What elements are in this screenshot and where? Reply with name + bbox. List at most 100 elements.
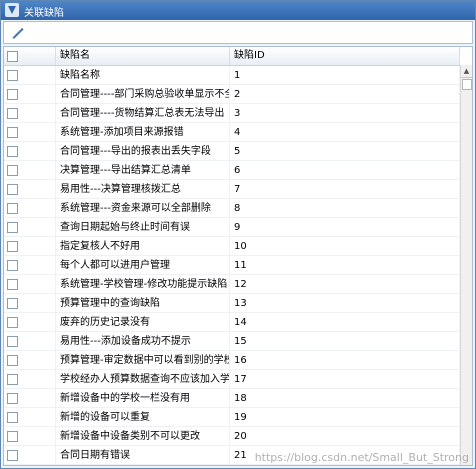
scroll-up-arrow-icon[interactable]: ▲ xyxy=(461,65,472,78)
watermark: https://blog.csdn.net/Small_But_Strong xyxy=(254,451,469,464)
table-row[interactable]: 系统管理-添加项目来源报错 4 xyxy=(4,123,460,142)
defect-id-cell: 3 xyxy=(230,104,460,123)
row-checkbox-cell[interactable] xyxy=(4,199,56,218)
row-checkbox[interactable] xyxy=(7,89,18,100)
defect-name-cell: 新增设备中的学校一栏没有用 xyxy=(56,389,230,408)
table-row[interactable]: 指定复核人不好用 10 xyxy=(4,237,460,256)
grid-header: 缺陷名 缺陷ID xyxy=(4,47,460,66)
defect-id-cell: 17 xyxy=(230,370,460,389)
defect-name-cell: 合同日期有错误 xyxy=(56,446,230,465)
row-checkbox[interactable] xyxy=(7,412,18,423)
row-checkbox[interactable] xyxy=(7,108,18,119)
defect-id-cell: 9 xyxy=(230,218,460,237)
row-checkbox-cell[interactable] xyxy=(4,294,56,313)
table-row[interactable]: 废弃的历史记录没有 14 xyxy=(4,313,460,332)
row-checkbox-cell[interactable] xyxy=(4,237,56,256)
table-row[interactable]: 易用性---添加设备成功不提示 15 xyxy=(4,332,460,351)
row-checkbox-cell[interactable] xyxy=(4,313,56,332)
scrollbar-thumb[interactable] xyxy=(462,79,472,90)
row-checkbox[interactable] xyxy=(7,222,18,233)
row-checkbox-cell[interactable] xyxy=(4,332,56,351)
table-row[interactable]: 系统管理---资金来源可以全部删除 8 xyxy=(4,199,460,218)
toolbar xyxy=(3,21,473,44)
row-checkbox-cell[interactable] xyxy=(4,446,56,465)
row-checkbox[interactable] xyxy=(7,260,18,271)
table-row[interactable]: 合同管理---导出的报表出丢失字段 5 xyxy=(4,142,460,161)
row-checkbox[interactable] xyxy=(7,279,18,290)
row-checkbox-cell[interactable] xyxy=(4,66,56,85)
defect-name-cell: 合同管理---导出的报表出丢失字段 xyxy=(56,142,230,161)
row-checkbox-cell[interactable] xyxy=(4,275,56,294)
row-checkbox[interactable] xyxy=(7,393,18,404)
defect-id-cell: 5 xyxy=(230,142,460,161)
header-defect-id[interactable]: 缺陷ID xyxy=(230,47,460,65)
table-row[interactable]: 系统管理-学校管理-修改功能提示缺陷 12 xyxy=(4,275,460,294)
table-row[interactable]: 每个人都可以进用户管理 11 xyxy=(4,256,460,275)
defect-name-cell: 预算管理中的查询缺陷 xyxy=(56,294,230,313)
grid-rows: 缺陷名称 1 合同管理----部门采购总验收单显示不全 2 合同管理----货物结算汇总… xyxy=(4,66,460,465)
table-row[interactable]: 合同管理----部门采购总验收单显示不全 2 xyxy=(4,85,460,104)
row-checkbox[interactable] xyxy=(7,298,18,309)
defect-id-cell: 1 xyxy=(230,66,460,85)
row-checkbox[interactable] xyxy=(7,336,18,347)
defect-name-cell: 指定复核人不好用 xyxy=(56,237,230,256)
row-checkbox[interactable] xyxy=(7,241,18,252)
defect-id-cell: 2 xyxy=(230,85,460,104)
table-row[interactable]: 决算管理---导出结算汇总清单 6 xyxy=(4,161,460,180)
defect-id-cell: 7 xyxy=(230,180,460,199)
row-checkbox[interactable] xyxy=(7,317,18,328)
row-checkbox-cell[interactable] xyxy=(4,180,56,199)
defect-name-cell: 系统管理-学校管理-修改功能提示缺陷 xyxy=(56,275,230,294)
select-all-checkbox[interactable] xyxy=(7,51,18,62)
table-row[interactable]: 缺陷名称 1 xyxy=(4,66,460,85)
row-checkbox-cell[interactable] xyxy=(4,351,56,370)
vertical-scrollbar[interactable]: ▲ xyxy=(460,65,472,465)
defect-id-cell: 8 xyxy=(230,199,460,218)
defect-name-cell: 预算管理-审定数据中可以看到别的学校 xyxy=(56,351,230,370)
row-checkbox-cell[interactable] xyxy=(4,408,56,427)
table-row[interactable]: 预算管理中的查询缺陷 13 xyxy=(4,294,460,313)
row-checkbox-cell[interactable] xyxy=(4,85,56,104)
row-checkbox[interactable] xyxy=(7,146,18,157)
row-checkbox[interactable] xyxy=(7,127,18,138)
table-row[interactable]: 易用性---决算管理核拨汇总 7 xyxy=(4,180,460,199)
defect-grid: 缺陷名 缺陷ID 缺陷名称 1 合同管理----部门采购总验收单显示不全 2 合同管理-… xyxy=(3,46,473,466)
header-select-all[interactable] xyxy=(4,47,56,65)
defect-id-cell: 15 xyxy=(230,332,460,351)
row-checkbox[interactable] xyxy=(7,165,18,176)
row-checkbox-cell[interactable] xyxy=(4,389,56,408)
header-defect-name[interactable]: 缺陷名 xyxy=(56,47,230,65)
defect-id-cell: 20 xyxy=(230,427,460,446)
row-checkbox-cell[interactable] xyxy=(4,218,56,237)
row-checkbox[interactable] xyxy=(7,374,18,385)
table-row[interactable]: 新增设备中的学校一栏没有用 18 xyxy=(4,389,460,408)
row-checkbox-cell[interactable] xyxy=(4,370,56,389)
table-row[interactable]: 学校经办人预算数据查询不应该加入学校 17 xyxy=(4,370,460,389)
table-row[interactable]: 查询日期起始与终止时间有误 9 xyxy=(4,218,460,237)
defect-name-cell: 决算管理---导出结算汇总清单 xyxy=(56,161,230,180)
app-icon xyxy=(5,3,19,17)
row-checkbox-cell[interactable] xyxy=(4,123,56,142)
table-row[interactable]: 合同管理----货物结算汇总表无法导出 3 xyxy=(4,104,460,123)
row-checkbox[interactable] xyxy=(7,203,18,214)
row-checkbox[interactable] xyxy=(7,70,18,81)
row-checkbox-cell[interactable] xyxy=(4,427,56,446)
defect-name-cell: 学校经办人预算数据查询不应该加入学校 xyxy=(56,370,230,389)
row-checkbox-cell[interactable] xyxy=(4,142,56,161)
defect-name-cell: 合同管理----部门采购总验收单显示不全 xyxy=(56,85,230,104)
dialog-titlebar[interactable]: 关联缺陷 xyxy=(1,1,475,20)
row-checkbox-cell[interactable] xyxy=(4,256,56,275)
row-checkbox-cell[interactable] xyxy=(4,161,56,180)
row-checkbox[interactable] xyxy=(7,450,18,461)
row-checkbox[interactable] xyxy=(7,184,18,195)
table-row[interactable]: 预算管理-审定数据中可以看到别的学校 16 xyxy=(4,351,460,370)
row-checkbox-cell[interactable] xyxy=(4,104,56,123)
table-row[interactable]: 新增的设备可以重复 19 xyxy=(4,408,460,427)
defect-id-cell: 18 xyxy=(230,389,460,408)
table-row[interactable]: 新增设备中设备类别不可以更改 20 xyxy=(4,427,460,446)
row-checkbox[interactable] xyxy=(7,355,18,366)
dialog-title: 关联缺陷 xyxy=(24,8,64,19)
defect-id-cell: 12 xyxy=(230,275,460,294)
row-checkbox[interactable] xyxy=(7,431,18,442)
pencil-icon[interactable] xyxy=(10,25,25,40)
